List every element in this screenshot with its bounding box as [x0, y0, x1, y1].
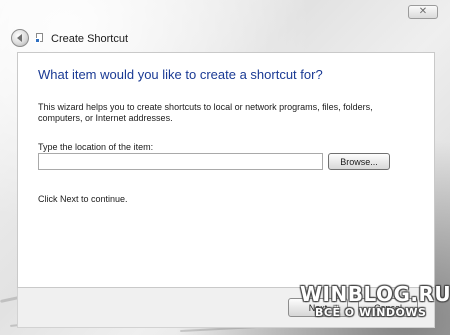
location-label: Type the location of the item: — [38, 142, 154, 152]
wizard-description: This wizard helps you to create shortcut… — [38, 102, 373, 123]
continue-hint: Click Next to continue. — [38, 194, 128, 204]
watermark-subtitle: ВСЁ О WINDOWS — [315, 306, 427, 319]
window-titlebar: Create Shortcut ✕ — [0, 0, 450, 50]
close-icon: ✕ — [418, 6, 428, 17]
back-arrow-icon — [17, 34, 22, 42]
shortcut-icon — [35, 33, 45, 43]
main-instruction: What item would you like to create a sho… — [38, 67, 323, 82]
window-title: Create Shortcut — [51, 33, 129, 45]
back-button[interactable] — [11, 29, 29, 47]
watermark-logo: WINBLOG.RU ВСЁ О WINDOWS — [300, 282, 450, 330]
watermark-title: WINBLOG.RU — [300, 282, 450, 306]
close-button[interactable]: ✕ — [408, 5, 438, 19]
browse-button[interactable]: Browse... — [328, 153, 390, 170]
wizard-content-panel: What item would you like to create a sho… — [17, 52, 435, 288]
location-input[interactable] — [38, 153, 323, 170]
